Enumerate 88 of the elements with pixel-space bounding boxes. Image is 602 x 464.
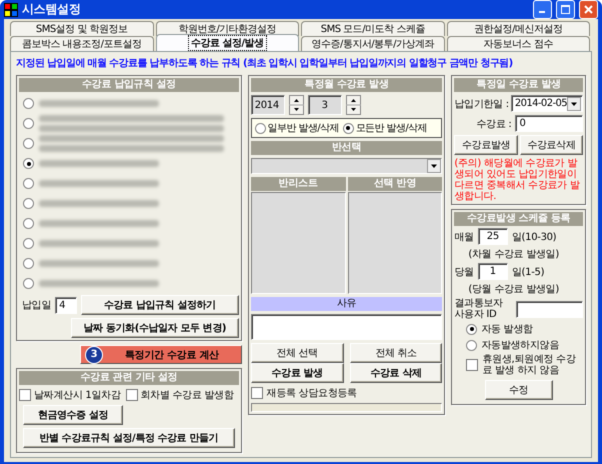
create-fee-button[interactable]: 수강료 발생 [250,363,344,383]
radio-button[interactable] [254,122,266,134]
tab[interactable]: 권한설정/메신저설정 [446,21,590,36]
cancel-all-button[interactable]: 전체 취소 [350,343,442,363]
panel-header: 반선택 [250,141,442,155]
payday-label: 납입일 [22,299,52,312]
panel-header: 특정일 수강료 발생 [454,78,583,92]
app-icon [4,2,18,16]
tab[interactable]: 영수증/통지서/봉투/가상계좌 [301,36,444,51]
radio-button[interactable] [23,138,34,149]
tab[interactable]: SMS 모드/미도착 스케쥴 [301,21,444,36]
checkbox[interactable] [126,389,138,401]
payday-field[interactable]: 4 [55,296,78,314]
tab[interactable]: 자동보너스 점수 [446,36,590,51]
select-all-button[interactable]: 전체 선택 [250,343,344,363]
panel-header: 특정월 수강료 발생 [250,78,442,92]
delete-fee-button[interactable]: 수강료삭제 [520,135,584,155]
due-date-value: 2014-02-05 [514,98,567,109]
radio-button[interactable] [466,340,478,350]
radio-label: 모든반 발생/삭제 [356,122,427,135]
panel-header: 수강료 납입규칙 설정 [19,78,239,92]
spinner-icon[interactable] [346,95,361,115]
radio-button[interactable] [23,198,34,209]
spinner-icon[interactable] [288,95,304,115]
close-icon [584,5,593,14]
set-rule-button[interactable]: 수강료 납입규칙 설정하기 [81,295,239,315]
checkbox[interactable] [19,389,31,401]
radio-button[interactable] [23,238,34,249]
cash-receipt-button[interactable]: 현금영수증 설정 [23,405,123,425]
checkbox[interactable] [466,359,478,371]
radio-button[interactable] [23,258,34,269]
warning-note: (주의) 해당월에 수강료가 발생되어 있어도 납입기한일이 다르면 중복해서 수강료가 발생합니다. [454,158,581,202]
radio-button[interactable] [23,218,34,229]
panel-header: 사유 [250,297,442,311]
minimize-button[interactable] [533,0,552,19]
fee-label: 수강료 : [476,118,512,130]
class-dropdown[interactable] [250,158,442,174]
checkbox-label: 회차별 수강료 발생함 [140,389,234,402]
current-month-label: 당월 [454,266,474,278]
radio-label: 자동 발생함 [481,323,533,336]
period-calc-bar[interactable]: 3 특정기간 수강료 계산 [80,345,242,364]
notify-user-label: 결과통보자 사용자 ID [454,298,504,320]
hint-text: (차월 수강료 발생일) [467,248,560,261]
month-field[interactable]: 3 [308,95,342,115]
window-title: 시스템설정 [22,1,82,18]
period-calc-label: 특정기간 수강료 계산 [124,348,220,362]
range-label: 일(10-30) [512,230,556,244]
class-rule-button[interactable]: 반별 수강료규칙 설정/특정 수강료 만들기 [23,428,235,448]
delete-fee-button[interactable]: 수강료 삭제 [350,363,442,383]
maximize-button[interactable] [556,0,575,19]
monthly-day-field[interactable]: 25 [478,228,508,245]
radio-button[interactable] [23,158,34,169]
checkbox-label: 재등록 상담요청등록 [266,387,357,400]
current-day-field[interactable]: 1 [478,263,508,280]
radio-button[interactable] [342,122,354,134]
hint-text: (당월 수강료 발생일) [467,283,560,296]
due-date-dropdown[interactable]: 2014-02-05 [510,95,583,112]
due-date-label: 납입기한일 : [454,98,509,110]
panel-header: 수강료발생 스케쥴 등록 [454,212,583,226]
panel-header: 선택 반영 [348,177,442,191]
reason-field[interactable] [250,314,442,340]
radio-label: 자동발생하지않음 [481,339,560,352]
radio-label: 일부반 발생/삭제 [268,122,339,135]
rule-description: 지정된 납입일에 매월 수강료를 납부하도록 하는 규칙 (최초 입학시 입학일부터 납입일까지의 일할청구 금액만 청구됨) [16,57,513,71]
radio-button[interactable] [23,178,34,189]
save-button[interactable]: 수정 [484,380,553,400]
tab[interactable]: 콤보박스 내용조정/포트설정 [10,36,154,51]
checkbox-label: 휴원생,퇴원예정 수강료 발생 하지 않음 [482,354,577,376]
monthly-label: 매월 [454,230,474,244]
radio-button[interactable] [23,98,34,109]
user-id-field[interactable] [516,300,583,318]
range-label: 일(1-5) [512,266,544,278]
tab[interactable]: 수강료 설정/발생 [156,34,299,51]
maximize-icon [561,5,570,14]
step-badge: 3 [85,346,103,364]
fee-field[interactable]: 0 [515,115,583,132]
checkbox-label: 날짜계산시 1일차감 [34,389,121,402]
radio-button[interactable] [23,278,34,289]
checkbox[interactable] [250,387,263,399]
close-button[interactable] [579,0,598,19]
create-fee-button[interactable]: 수강료발생 [454,135,518,155]
radio-button[interactable] [466,324,478,334]
panel-header: 반리스트 [250,177,346,191]
tab[interactable]: SMS설정 및 학원정보 [10,21,154,36]
year-field[interactable]: 2014 [250,95,285,115]
sync-dates-button[interactable]: 날짜 동기화(수납일자 모두 변경) [71,318,239,338]
radio-button[interactable] [23,118,34,129]
panel-header: 수강료 관련 기타 설정 [19,371,239,385]
